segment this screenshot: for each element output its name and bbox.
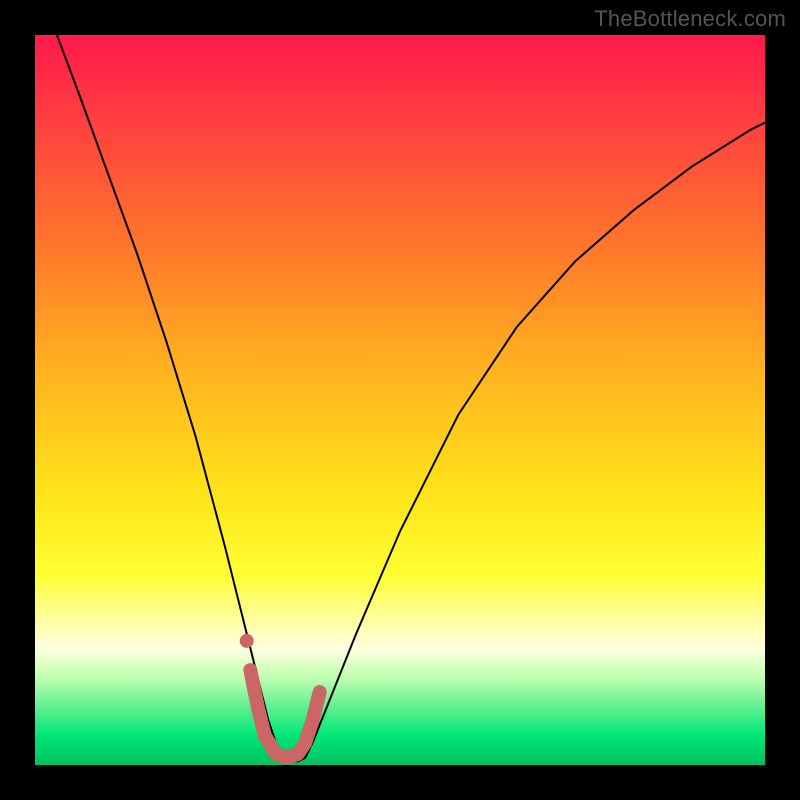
highlight-dot <box>240 634 254 648</box>
bottleneck-curve <box>57 35 765 761</box>
plot-area <box>35 35 765 765</box>
curve-svg <box>35 35 765 765</box>
chart-frame: TheBottleneck.com <box>0 0 800 800</box>
watermark-label: TheBottleneck.com <box>594 6 786 32</box>
highlight-segment <box>250 670 319 758</box>
